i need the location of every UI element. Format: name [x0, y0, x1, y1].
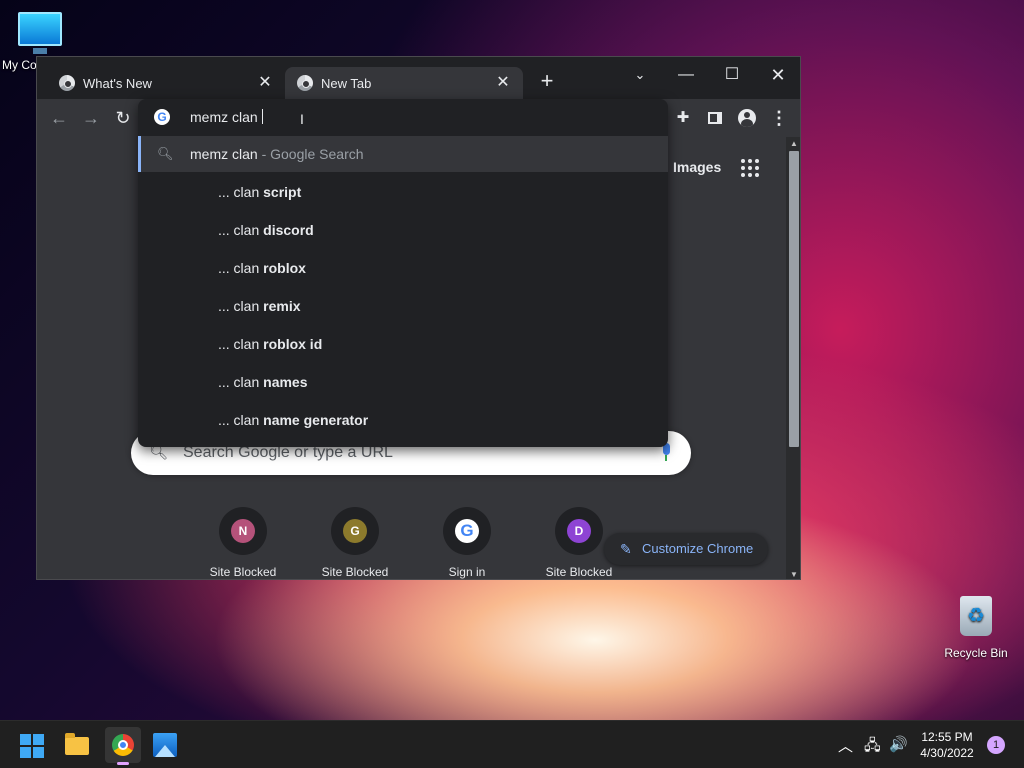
chrome-favicon-icon [59, 75, 75, 91]
google-g-icon: G [154, 109, 170, 125]
omnibox-suggestion[interactable]: ... clan discord [218, 211, 314, 249]
close-tab-icon[interactable]: ✕ [255, 73, 275, 93]
chrome-favicon-icon [297, 75, 313, 91]
volume-icon[interactable]: 🔊 [889, 735, 908, 753]
suggestion-prefix: ... clan [218, 298, 260, 314]
shortcut-label: Site Blocked [321, 565, 389, 579]
file-explorer-icon[interactable] [61, 729, 93, 761]
address-bar[interactable]: G memz clan I [138, 99, 668, 135]
suggestion-completion: discord [263, 222, 314, 238]
suggestion-prefix: ... clan [218, 184, 260, 200]
tab-title: New Tab [321, 75, 372, 91]
maximize-button[interactable]: ☐ [709, 61, 755, 89]
tab-new-tab[interactable]: New Tab ✕ [285, 67, 523, 99]
suggestion-prefix: ... clan [218, 336, 260, 352]
suggestion-prefix: ... clan [218, 374, 260, 390]
tab-search-button[interactable]: ⌄ [617, 61, 663, 89]
shortcut-letter-icon: G [343, 519, 367, 543]
images-link[interactable]: Images [673, 159, 721, 175]
new-tab-button[interactable]: + [535, 69, 559, 93]
shortcut-tile[interactable]: G Site Blocked [299, 507, 411, 579]
tab-title: What's New [83, 75, 152, 91]
suggestion-completion: name generator [263, 412, 369, 428]
photos-icon[interactable] [149, 729, 181, 761]
tab-strip: What's New ✕ New Tab ✕ + ⌄ — ☐ ✕ [37, 57, 800, 99]
reload-button[interactable]: ↻ [109, 104, 137, 132]
suggestion-completion: remix [263, 298, 301, 314]
shortcut-label: Site Blocked [209, 565, 277, 579]
close-tab-icon[interactable]: ✕ [493, 73, 513, 93]
network-icon[interactable]: 🖧 [864, 735, 881, 760]
customize-chrome-button[interactable]: ✎ Customize Chrome [604, 533, 768, 565]
notification-badge[interactable]: 1 [987, 736, 1005, 754]
show-hidden-icons-chevron-icon[interactable]: ︿ [838, 735, 853, 756]
clock-time: 12:55 PM [921, 730, 973, 744]
clock[interactable]: 12:55 PM 4/30/2022 [912, 729, 982, 761]
omnibox-selected-suggestion[interactable]: 🔍︎ memz clan - Google Search [138, 136, 668, 172]
page-scrollbar[interactable]: ▲ ▼ [786, 137, 800, 579]
address-input[interactable]: memz clan [190, 109, 263, 125]
taskbar: ︿ 🖧 🔊 12:55 PM 4/30/2022 [0, 720, 1024, 768]
start-icon[interactable] [16, 729, 48, 761]
omnibox-suggestion[interactable]: ... clan remix [218, 287, 301, 325]
suggestion-suffix: - Google Search [261, 146, 364, 162]
suggestion-completion: names [263, 374, 308, 390]
minimize-button[interactable]: — [663, 61, 709, 89]
suggestion-prefix: ... clan [218, 222, 260, 238]
back-button[interactable]: ← [45, 104, 73, 132]
shortcut-label: Site Blocked [545, 565, 613, 579]
scroll-up-arrow-icon[interactable]: ▲ [790, 139, 798, 148]
search-icon: 🔍︎ [157, 146, 174, 161]
suggestion-completion: roblox id [263, 336, 323, 352]
omnibox-suggestion[interactable]: ... clan script [218, 173, 301, 211]
chrome-icon[interactable] [105, 727, 141, 765]
text-cursor-icon: I [300, 111, 304, 127]
shortcut-tile[interactable]: N Site Blocked [187, 507, 299, 579]
desktop-icon-recycle-bin[interactable]: ♻ Recycle Bin [940, 596, 1012, 660]
pencil-icon: ✎ [620, 541, 632, 557]
profile-avatar-icon[interactable] [733, 104, 761, 132]
chrome-menu-icon[interactable]: ⋮ [765, 104, 793, 132]
scrollbar-thumb[interactable] [789, 151, 799, 447]
desktop-icon-label: Recycle Bin [944, 646, 1008, 660]
omnibox-suggestion[interactable]: ... clan roblox [218, 249, 306, 287]
google-g-icon: G [455, 519, 479, 543]
clock-date: 4/30/2022 [920, 746, 974, 760]
omnibox-dropdown: G memz clan I 🔍︎ memz clan - Google Sear… [138, 99, 668, 447]
recycle-bin-icon: ♻ [960, 596, 992, 636]
computer-icon [18, 12, 62, 54]
shortcut-letter-icon: D [567, 519, 591, 543]
scroll-down-arrow-icon[interactable]: ▼ [790, 570, 798, 579]
google-apps-grid-icon[interactable] [741, 159, 759, 177]
shortcut-letter-icon: N [231, 519, 255, 543]
omnibox-suggestion[interactable]: ... clan roblox id [218, 325, 322, 363]
tab-whats-new[interactable]: What's New ✕ [47, 67, 285, 99]
omnibox-suggestion[interactable]: ... clan name generator [218, 401, 368, 439]
suggestion-completion: script [263, 184, 302, 200]
suggestion-prefix: ... clan [218, 412, 260, 428]
suggestion-query: memz clan [190, 146, 258, 162]
customize-label: Customize Chrome [642, 541, 754, 556]
shortcut-label: Sign in [448, 565, 486, 579]
suggestion-completion: roblox [263, 260, 306, 276]
omnibox-suggestion[interactable]: ... clan names [218, 363, 308, 401]
close-window-button[interactable]: ✕ [755, 61, 800, 89]
side-panel-icon[interactable] [701, 104, 729, 132]
suggestion-prefix: ... clan [218, 260, 260, 276]
shortcut-tile[interactable]: G Sign in [411, 507, 523, 579]
extensions-puzzle-icon[interactable]: ✚ [669, 104, 697, 132]
forward-button[interactable]: → [77, 104, 105, 132]
